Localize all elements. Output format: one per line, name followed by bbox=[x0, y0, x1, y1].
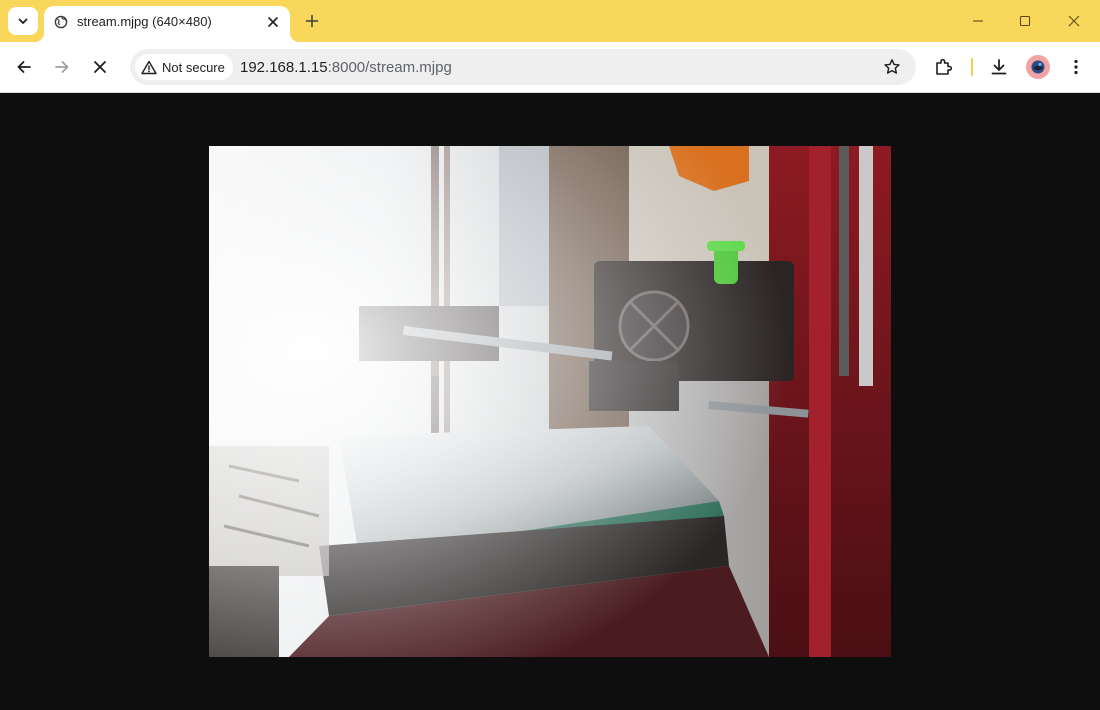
address-bar[interactable]: Not secure 192.168.1.15:8000/stream.mjpg bbox=[130, 49, 916, 85]
chevron-down-icon bbox=[18, 18, 28, 24]
arrow-right-icon bbox=[55, 61, 69, 73]
minimize-button[interactable] bbox=[965, 8, 991, 34]
stop-loading-button[interactable] bbox=[88, 55, 112, 79]
globe-icon bbox=[54, 15, 68, 29]
warning-icon bbox=[141, 60, 157, 74]
avatar[interactable] bbox=[1026, 55, 1050, 79]
maximize-button[interactable] bbox=[1012, 8, 1038, 34]
puzzle-icon bbox=[936, 58, 953, 75]
printer-photo bbox=[209, 146, 891, 657]
url-text[interactable]: 192.168.1.15:8000/stream.mjpg bbox=[240, 59, 452, 76]
camera-stream-image bbox=[209, 146, 891, 657]
arrow-left-icon bbox=[17, 61, 31, 73]
url-path: :8000/stream.mjpg bbox=[327, 59, 452, 76]
stop-loading-icon bbox=[94, 61, 106, 73]
menu-button[interactable] bbox=[1064, 55, 1088, 79]
close-icon bbox=[1068, 15, 1080, 27]
plus-icon bbox=[305, 14, 319, 28]
extensions-button[interactable] bbox=[932, 55, 956, 79]
toolbar-divider bbox=[971, 58, 973, 76]
close-icon bbox=[268, 17, 278, 27]
minimize-icon bbox=[973, 20, 983, 22]
security-chip-label: Not secure bbox=[162, 59, 225, 75]
tab-strip: stream.mjpg (640×480) bbox=[0, 0, 1100, 42]
star-icon bbox=[884, 59, 900, 74]
forward-button[interactable] bbox=[50, 55, 74, 79]
tab-title: stream.mjpg (640×480) bbox=[77, 14, 212, 29]
downloads-button[interactable] bbox=[987, 55, 1011, 79]
maximize-icon bbox=[1019, 15, 1031, 27]
security-chip[interactable]: Not secure bbox=[135, 54, 233, 80]
tab-active[interactable]: stream.mjpg (640×480) bbox=[34, 6, 300, 42]
profile-avatar-icon bbox=[1031, 60, 1045, 74]
page-viewport bbox=[0, 93, 1100, 710]
back-button[interactable] bbox=[12, 55, 36, 79]
url-host: 192.168.1.15 bbox=[240, 59, 328, 76]
kebab-menu-icon bbox=[1074, 59, 1078, 75]
download-icon bbox=[991, 59, 1007, 75]
browser-toolbar: Not secure 192.168.1.15:8000/stream.mjpg bbox=[0, 42, 1100, 93]
tab-search-button[interactable] bbox=[8, 7, 38, 35]
close-tab-button[interactable] bbox=[264, 13, 282, 31]
close-window-button[interactable] bbox=[1061, 8, 1087, 34]
new-tab-button[interactable] bbox=[302, 11, 322, 31]
bookmark-button[interactable] bbox=[882, 57, 902, 77]
